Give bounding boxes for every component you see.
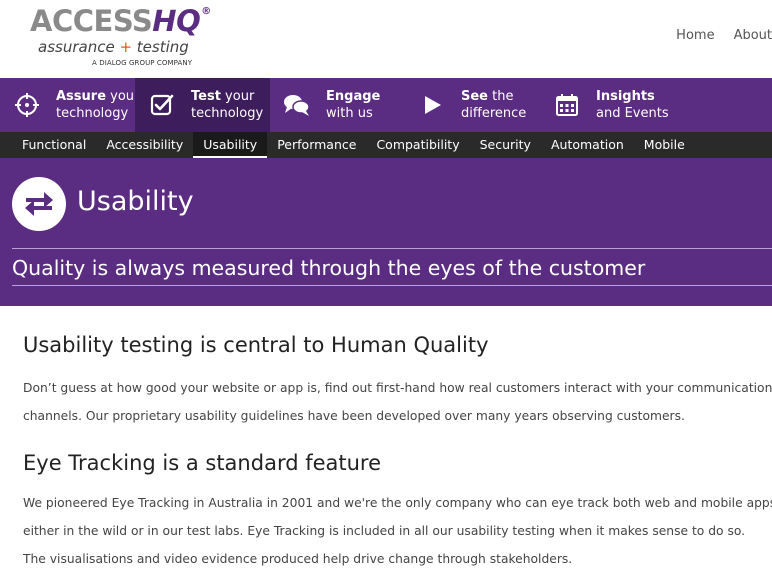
logo-wordmark: ACCESSHQ®	[30, 4, 211, 38]
main-nav: Assure your technology Test your technolog…	[0, 78, 772, 132]
section-paragraph-eye-tracking: We pioneered Eye Tracking in Australia i…	[23, 489, 772, 573]
crosshair-icon	[12, 90, 42, 120]
sub-nav: Functional Accessibility Usability Perfo…	[0, 132, 772, 158]
banner-divider-top	[12, 248, 772, 249]
mainnav-item-engage[interactable]: Engage with us	[270, 78, 405, 132]
checkbox-icon	[147, 90, 177, 120]
mainnav-item-insights[interactable]: Insights and Events	[540, 78, 675, 132]
nav-link-about[interactable]: About	[734, 28, 772, 43]
page-banner: Usability Quality is always measured thr…	[0, 158, 772, 306]
paragraph-line: The visualisations and video evidence pr…	[23, 552, 573, 566]
nav-link-home[interactable]: Home	[676, 28, 714, 43]
section-heading-usability: Usability testing is central to Human Qu…	[23, 333, 489, 357]
logo-tagline-plus: +	[119, 38, 133, 56]
subnav-item-accessibility[interactable]: Accessibility	[96, 132, 193, 158]
banner-tagline: Quality is always measured through the e…	[12, 256, 646, 280]
logo-hq-text: HQ	[152, 4, 201, 38]
subnav-item-mobile[interactable]: Mobile	[634, 132, 695, 158]
section-heading-eye-tracking: Eye Tracking is a standard feature	[23, 451, 382, 475]
banner-divider-bottom	[12, 285, 772, 286]
logo-tagline-assurance: assurance	[38, 38, 120, 56]
logo-registered-mark: ®	[201, 6, 211, 17]
accesshq-logo[interactable]: ACCESSHQ® assurance + testing A DIALOG G…	[28, 4, 228, 70]
top-nav: Home About	[657, 28, 772, 43]
mainnav-item-test[interactable]: Test your technology	[135, 78, 270, 132]
mainnav-label: See the difference	[461, 89, 527, 121]
subnav-item-security[interactable]: Security	[470, 132, 541, 158]
logo-subtitle: A DIALOG GROUP COMPANY	[92, 59, 193, 67]
calendar-icon	[552, 90, 582, 120]
swap-arrows-icon	[12, 177, 66, 231]
page-title: Usability	[77, 186, 194, 217]
mainnav-label: Test your technology	[191, 89, 264, 121]
mainnav-label: Engage with us	[326, 89, 381, 121]
paragraph-line: Don’t guess at how good your website or …	[23, 381, 772, 395]
mainnav-item-see[interactable]: See the difference	[405, 78, 540, 132]
chat-bubbles-icon	[282, 90, 312, 120]
subnav-item-compatibility[interactable]: Compatibility	[366, 132, 469, 158]
logo-access-text: ACCESS	[30, 4, 153, 38]
paragraph-line: either in the wild or in our test labs. …	[23, 524, 746, 538]
subnav-item-automation[interactable]: Automation	[541, 132, 634, 158]
mainnav-label: Insights and Events	[596, 89, 669, 121]
site-header: ACCESSHQ® assurance + testing A DIALOG G…	[0, 0, 772, 78]
play-icon	[417, 90, 447, 120]
paragraph-line: We pioneered Eye Tracking in Australia i…	[23, 496, 772, 510]
subnav-item-performance[interactable]: Performance	[267, 132, 366, 158]
paragraph-line: channels. Our proprietary usability guid…	[23, 409, 685, 423]
mainnav-label: Assure your technology	[56, 89, 140, 121]
subnav-item-usability[interactable]: Usability	[193, 132, 268, 158]
subnav-item-functional[interactable]: Functional	[12, 132, 96, 158]
mainnav-item-assure[interactable]: Assure your technology	[0, 78, 139, 132]
section-paragraph-usability: Don’t guess at how good your website or …	[23, 374, 772, 430]
logo-tagline: assurance + testing	[38, 38, 189, 56]
logo-tagline-testing: testing	[132, 38, 189, 56]
